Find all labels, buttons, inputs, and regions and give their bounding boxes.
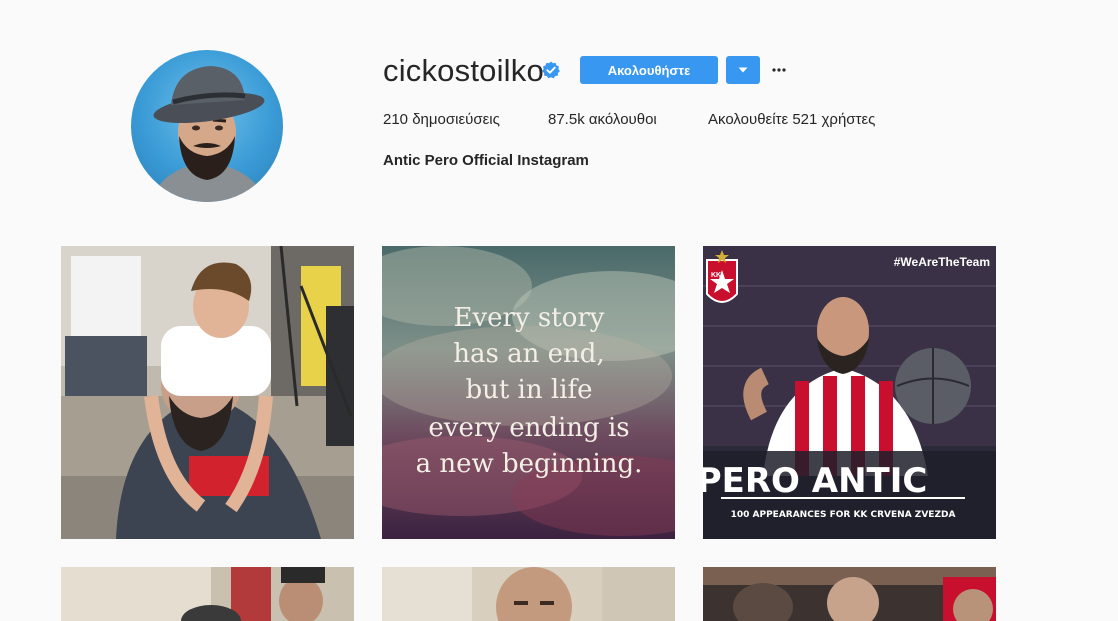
poster-player-name: PERO ANTIC [703,461,927,501]
followers-count: 87.5k [548,111,585,128]
quote-line-5: a new beginning. [416,449,643,479]
profile-page: cickostoilko Ακολουθήστε 210 δημοσιεύσει… [0,0,1118,621]
post-image-1 [61,246,354,539]
poster-caption: 100 APPEARANCES FOR KK CRVENA ZVEZDA [731,510,956,520]
following-prefix: Ακολουθείτε [708,111,789,128]
post-tile-5[interactable] [382,567,675,621]
profile-bio: Antic Pero Official Instagram [383,152,589,169]
verified-badge-icon [542,61,560,79]
quote-line-3: but in life [465,375,592,405]
post-tile-1[interactable] [61,246,354,539]
followers-stat[interactable]: 87.5k ακόλουθοι [548,110,657,130]
post-tile-3[interactable]: #WeAreTheTeam KK PERO ANTIC 100 APPEARAN… [703,246,996,539]
post-image-5 [382,567,675,621]
following-stat[interactable]: Ακολουθείτε 521 χρήστες [708,110,875,130]
quote-line-2: has an end, [453,339,604,369]
more-options-button[interactable] [769,60,789,80]
follow-button[interactable]: Ακολουθήστε [580,56,718,84]
post-tile-2[interactable]: Every story has an end, but in life ever… [382,246,675,539]
chevron-down-icon [738,67,748,73]
club-crest-icon: KK [706,259,738,303]
profile-avatar[interactable] [131,50,283,202]
followers-label: ακόλουθοι [588,111,657,128]
club-badge-text: KK [711,272,721,279]
posts-count: 210 [383,111,409,128]
following-count: 521 [792,111,818,128]
following-suffix: χρήστες [821,111,876,128]
post-image-4 [61,567,354,621]
posts-stat: 210 δημοσιεύσεις [383,110,500,130]
post-image-6 [703,567,996,621]
post-image-2: Every story has an end, but in life ever… [382,246,675,539]
posts-label: δημοσιεύσεις [412,111,500,128]
quote-line-1: Every story [454,303,605,333]
username: cickostoilko [383,53,544,88]
ellipsis-icon [772,68,786,72]
suggestions-dropdown-button[interactable] [726,56,760,84]
hashtag-label: #WeAreTheTeam [894,255,990,269]
quote-line-4: every ending is [428,413,629,443]
post-image-3: #WeAreTheTeam KK PERO ANTIC 100 APPEARAN… [703,246,996,539]
post-tile-6[interactable] [703,567,996,621]
post-tile-4[interactable] [61,567,354,621]
